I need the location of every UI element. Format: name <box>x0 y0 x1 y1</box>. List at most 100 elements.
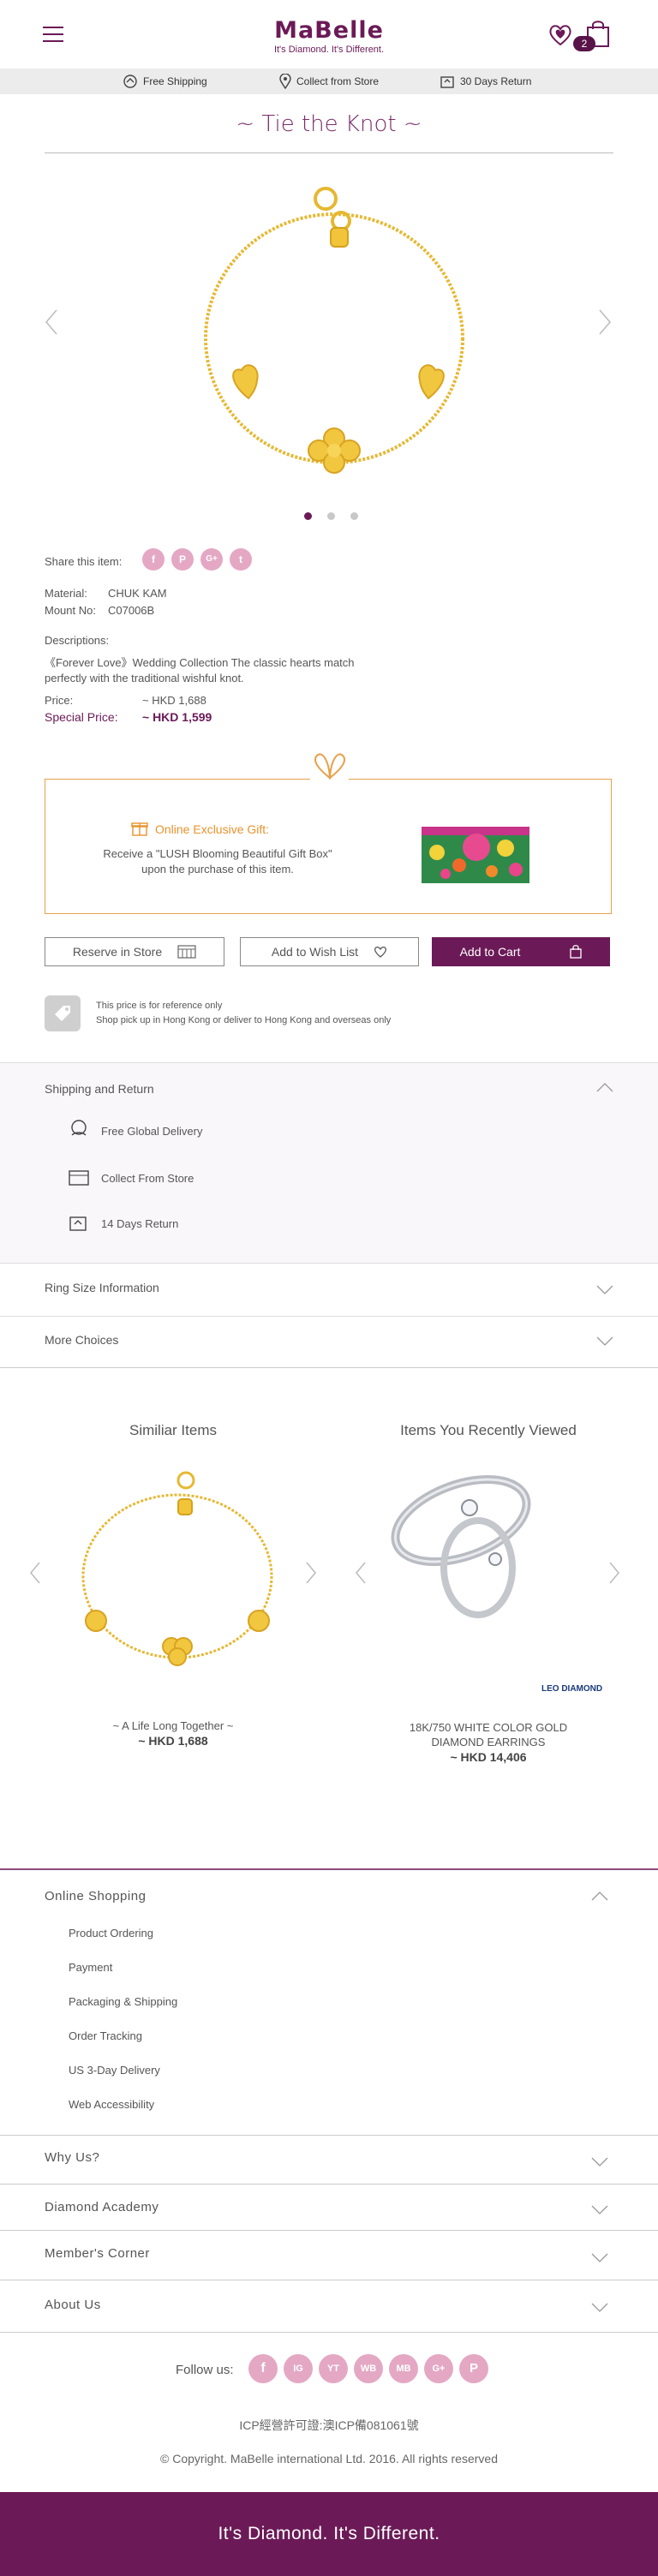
heart-outline-icon <box>374 946 387 958</box>
twitter-icon[interactable]: t <box>230 548 252 571</box>
cart-count-badge: 2 <box>573 36 595 51</box>
why-us-header[interactable]: Why Us? <box>45 2150 99 2165</box>
special-price-value: ~ HKD 1,599 <box>142 710 212 724</box>
similar-prev-arrow[interactable] <box>29 1561 41 1585</box>
footer-link-packaging-shipping[interactable]: Packaging & Shipping <box>69 1995 177 2008</box>
similar-item-name[interactable]: ~ A Life Long Together ~ <box>45 1718 302 1733</box>
heart-icon[interactable] <box>548 24 572 46</box>
footer-top-rule <box>0 1868 658 1870</box>
service-collect-store[interactable]: Collect from Store <box>279 69 379 94</box>
mount-value: C07006B <box>108 604 155 617</box>
14-days-return: 14 Days Return <box>101 1217 179 1230</box>
follow-us-label: Follow us: <box>176 2363 234 2377</box>
price-value: ~ HKD 1,688 <box>142 694 206 707</box>
title-divider <box>45 152 613 153</box>
store-front-icon <box>69 1169 89 1186</box>
wishlist-button-label: Add to Wish List <box>271 945 359 959</box>
gift-title: Online Exclusive Gift: <box>155 822 270 836</box>
recent-item-name[interactable]: 18K/750 WHITE COLOR GOLD DIAMOND EARRING… <box>386 1720 591 1749</box>
divider <box>0 2230 658 2231</box>
footer-link-product-ordering[interactable]: Product Ordering <box>69 1927 153 1939</box>
more-choices-header[interactable]: More Choices <box>45 1333 118 1347</box>
similar-item-image[interactable] <box>70 1465 284 1671</box>
descriptions-label: Descriptions: <box>45 634 110 647</box>
carousel-dot-2[interactable] <box>327 512 335 520</box>
product-image <box>188 180 480 480</box>
weibo-icon[interactable]: WB <box>354 2354 383 2383</box>
mount-label: Mount No: <box>45 604 96 617</box>
similar-next-arrow[interactable] <box>305 1561 317 1585</box>
add-to-cart-button[interactable]: Add to Cart <box>432 937 610 966</box>
add-to-wish-list-button[interactable]: Add to Wish List <box>240 937 419 966</box>
facebook-icon[interactable]: f <box>142 548 164 571</box>
recent-prev-arrow[interactable] <box>355 1561 367 1585</box>
gift-description: Receive a "LUSH Blooming Beautiful Gift … <box>103 847 332 876</box>
ring-size-header[interactable]: Ring Size Information <box>45 1281 159 1294</box>
chevron-down-icon[interactable] <box>591 2303 608 2313</box>
chevron-up-icon[interactable] <box>591 1891 608 1901</box>
carousel-dot-3[interactable] <box>350 512 358 520</box>
facebook-icon[interactable]: f <box>248 2354 278 2383</box>
price-label: Price: <box>45 694 74 707</box>
return-box-icon <box>440 74 455 89</box>
leo-diamond-logo: LEO DIAMOND <box>541 1684 603 1694</box>
footer-link-web-accessibility[interactable]: Web Accessibility <box>69 2098 154 2111</box>
divider <box>0 1367 658 1368</box>
reference-note: This price is for reference only <box>96 1001 223 1011</box>
gift-icon <box>131 820 148 837</box>
chevron-down-icon[interactable] <box>591 2205 608 2215</box>
chevron-down-icon[interactable] <box>596 1336 613 1347</box>
store-front-icon <box>177 945 196 959</box>
reserve-button-label: Reserve in Store <box>72 945 163 959</box>
service-label: Free Shipping <box>143 75 207 87</box>
service-label: 30 Days Return <box>460 75 532 87</box>
pinterest-icon[interactable]: P <box>459 2354 488 2383</box>
about-us-header[interactable]: About Us <box>45 2298 101 2312</box>
price-tag-icon <box>45 995 81 1031</box>
divider <box>0 2184 658 2185</box>
recent-item-image[interactable] <box>384 1473 555 1619</box>
recently-viewed-title: Items You Recently Viewed <box>400 1422 577 1438</box>
service-free-shipping[interactable]: Free Shipping <box>123 69 207 94</box>
share-label: Share this item: <box>45 555 123 568</box>
youtube-icon[interactable]: YT <box>319 2354 348 2383</box>
chevron-down-icon[interactable] <box>591 2157 608 2167</box>
chevron-down-icon[interactable] <box>596 1285 613 1295</box>
similar-items-title: Similiar Items <box>129 1422 217 1438</box>
footer-link-us-delivery[interactable]: US 3-Day Delivery <box>69 2064 160 2077</box>
product-title: ~ Tie the Knot ~ <box>236 111 422 137</box>
divider <box>0 2135 658 2136</box>
recent-next-arrow[interactable] <box>608 1561 620 1585</box>
site-header: MaBelle It's Diamond. It's Different. 2 <box>0 0 658 69</box>
divider <box>0 2332 658 2333</box>
instagram-icon[interactable]: IG <box>284 2354 313 2383</box>
diamond-academy-header[interactable]: Diamond Academy <box>45 2200 159 2214</box>
similar-item-price: ~ HKD 1,688 <box>138 1734 208 1748</box>
carousel-prev-arrow[interactable] <box>45 308 58 336</box>
location-pin-icon <box>279 74 291 89</box>
footer-link-order-tracking[interactable]: Order Tracking <box>69 2029 142 2042</box>
members-corner-header[interactable]: Member's Corner <box>45 2246 150 2261</box>
carousel-dot-1[interactable] <box>304 512 312 520</box>
icp-license[interactable]: ICP經營許可證:澳ICP備081061號 <box>0 2417 658 2434</box>
gift-frame-top-right <box>349 779 612 780</box>
carousel-next-arrow[interactable] <box>598 308 612 336</box>
delivery-hand-icon <box>123 74 138 89</box>
shipping-return-header[interactable]: Shipping and Return <box>45 1082 154 1096</box>
reserve-in-store-button[interactable]: Reserve in Store <box>45 937 224 966</box>
mabelle-app-icon[interactable]: MB <box>389 2354 418 2383</box>
gift-frame-top-left <box>45 779 310 780</box>
online-shopping-header[interactable]: Online Shopping <box>45 1889 146 1904</box>
chevron-up-icon[interactable] <box>596 1082 613 1092</box>
material-value: CHUK KAM <box>108 587 167 600</box>
service-30-days-return[interactable]: 30 Days Return <box>440 69 531 94</box>
footer-link-payment[interactable]: Payment <box>69 1961 112 1974</box>
service-label: Collect from Store <box>296 75 380 87</box>
gift-frame-bottom <box>45 913 612 914</box>
pinterest-icon[interactable]: P <box>171 548 194 571</box>
chevron-down-icon[interactable] <box>591 2253 608 2263</box>
google-plus-icon[interactable]: G+ <box>424 2354 453 2383</box>
return-box-icon <box>69 1213 87 1232</box>
google-plus-icon[interactable]: G+ <box>200 548 223 571</box>
shopping-bag-icon <box>570 945 583 959</box>
